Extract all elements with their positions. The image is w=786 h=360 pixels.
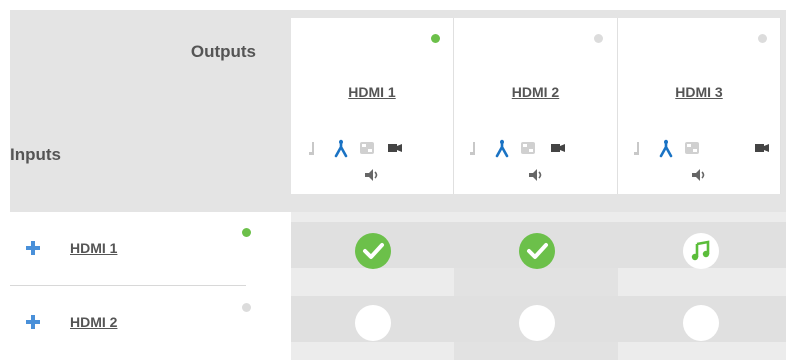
routing-merge-icon[interactable]	[333, 139, 349, 164]
video-camera-icon[interactable]	[387, 139, 403, 164]
input-status-led	[242, 303, 251, 312]
input-row-hdmi2: HDMI 2	[10, 288, 246, 360]
pattern-grid-icon[interactable]	[684, 139, 700, 164]
routing-merge-icon[interactable]	[658, 139, 674, 164]
crosspoint-check[interactable]	[519, 233, 555, 269]
audio-plug-icon[interactable]	[307, 139, 317, 164]
output-status-led	[758, 34, 767, 43]
audio-plug-icon[interactable]	[468, 139, 478, 164]
output-icons	[291, 139, 453, 159]
crosspoint-empty[interactable]	[683, 305, 719, 341]
input-status-led	[242, 228, 251, 237]
inputs-heading: Inputs	[10, 145, 61, 164]
output-name-link[interactable]: HDMI 1	[291, 84, 453, 100]
crosspoint-empty[interactable]	[355, 305, 391, 341]
pattern-grid-icon[interactable]	[520, 139, 536, 164]
expand-plus-icon[interactable]	[26, 241, 40, 255]
expand-plus-icon[interactable]	[26, 315, 40, 329]
check-icon	[363, 243, 384, 259]
crosspoint-empty[interactable]	[519, 305, 555, 341]
output-status-led	[431, 34, 440, 43]
video-camera-icon[interactable]	[754, 139, 770, 164]
input-name-link[interactable]: HDMI 1	[70, 240, 117, 256]
input-row-hdmi1: HDMI 1	[10, 214, 246, 286]
input-name-link[interactable]: HDMI 2	[70, 314, 117, 330]
video-camera-icon[interactable]	[550, 139, 566, 164]
output-status-led	[594, 34, 603, 43]
speaker-volume-icon[interactable]	[618, 166, 780, 186]
output-card-hdmi2: HDMI 2	[454, 18, 618, 194]
crosspoint-check[interactable]	[355, 233, 391, 269]
check-icon	[527, 243, 548, 259]
pattern-grid-icon[interactable]	[359, 139, 375, 164]
crosspoint-audio[interactable]	[683, 233, 719, 269]
routing-merge-icon[interactable]	[494, 139, 510, 164]
outputs-heading: Outputs	[190, 42, 256, 61]
output-name-link[interactable]: HDMI 3	[618, 84, 780, 100]
output-name-link[interactable]: HDMI 2	[454, 84, 617, 100]
output-card-hdmi1: HDMI 1	[291, 18, 454, 194]
speaker-volume-icon[interactable]	[291, 166, 453, 186]
output-icons	[618, 139, 780, 159]
audio-plug-icon[interactable]	[632, 139, 642, 164]
music-note-icon	[691, 240, 710, 261]
speaker-volume-icon[interactable]	[454, 166, 617, 186]
output-card-hdmi3: HDMI 3	[618, 18, 781, 194]
output-icons	[454, 139, 617, 159]
top-strip	[0, 0, 786, 10]
